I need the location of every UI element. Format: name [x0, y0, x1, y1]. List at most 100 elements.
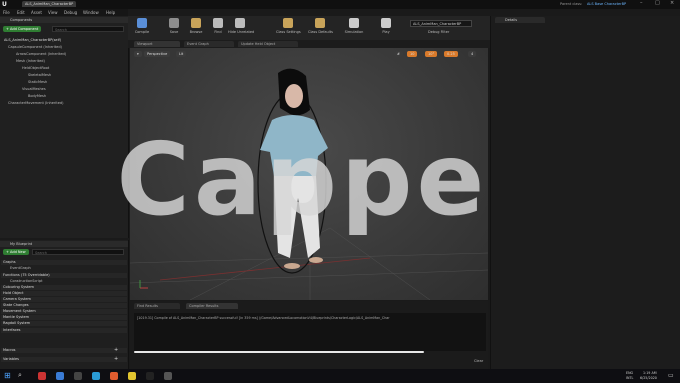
component-item[interactable]: ALS_AnimMan_CharacterBP(self)	[4, 38, 61, 42]
taskbar-app-icon[interactable]	[110, 372, 118, 380]
menu-window[interactable]: Window	[83, 10, 99, 15]
toolbar-button-label: Browse	[189, 30, 203, 34]
function-item[interactable]: ConstructionScript	[10, 279, 42, 283]
language-label[interactable]: ENG	[626, 371, 633, 375]
toolbar-button-5[interactable]: Class Settings	[276, 18, 301, 39]
menu-help[interactable]: Help	[106, 10, 115, 15]
toolbar-button-0[interactable]: Compile	[130, 18, 154, 39]
component-item[interactable]: CharacterMovement (Inherited)	[8, 101, 63, 105]
add-macro-icon[interactable]: +	[114, 347, 118, 353]
clock-date[interactable]: 6/25/2020	[640, 376, 657, 380]
toolbar-button-1[interactable]: Save	[162, 18, 186, 39]
results-scrollbar[interactable]	[134, 351, 424, 353]
rotation-snap-value[interactable]: 10°	[425, 51, 438, 57]
toolbar-button-8[interactable]: Play	[374, 18, 398, 39]
section-camera[interactable]: Camera System	[1, 297, 127, 302]
section-hold-object[interactable]: Hold Object	[1, 291, 127, 296]
taskbar-app-icon[interactable]	[74, 372, 82, 380]
toolbar-button-3[interactable]: Find	[206, 18, 230, 39]
component-item[interactable]: Mesh (Inherited)	[16, 59, 45, 63]
section-state-changes[interactable]: State Changes	[1, 303, 127, 308]
taskbar-app-icon[interactable]	[56, 372, 64, 380]
menu-asset[interactable]: Asset	[31, 10, 42, 15]
section-movement[interactable]: Movement System	[1, 309, 127, 314]
taskbar-app-icon[interactable]	[38, 372, 46, 380]
toolbar-icon	[169, 18, 179, 28]
grid-snap-icon[interactable]: #	[394, 51, 403, 57]
parent-class-link[interactable]: ALS Base CharacterBP	[587, 2, 626, 6]
tab-compiler-results[interactable]: Compiler Results	[186, 303, 238, 309]
components-search-placeholder: Search	[55, 28, 68, 32]
taskbar-app-icon[interactable]	[146, 372, 154, 380]
document-tab[interactable]: ALS_AnimMan_CharacterBP	[22, 1, 76, 7]
add-variable-icon[interactable]: +	[114, 356, 118, 362]
compiler-results-panel: Find Results Compiler Results [1019.31] …	[130, 301, 488, 370]
toolbar-button-label: Compile	[134, 30, 150, 34]
tab-find-results[interactable]: Find Results	[134, 303, 180, 309]
component-item[interactable]: HeldObjectRoot	[22, 66, 49, 70]
clock-time[interactable]: 1:19 AM	[643, 371, 657, 375]
editor-tabs: Viewport Event Graph Update Held Object	[128, 40, 490, 48]
search-icon[interactable]: ⌕	[18, 371, 22, 380]
menu-view[interactable]: View	[48, 10, 58, 15]
maximize-icon[interactable]: □	[655, 0, 660, 6]
minimize-icon[interactable]: –	[640, 0, 643, 6]
toolbar-button-label: Find	[214, 30, 222, 34]
section-graphs[interactable]: Graphs	[1, 260, 127, 265]
menu-file[interactable]: File	[3, 10, 10, 15]
component-item[interactable]: StaticMesh	[28, 80, 47, 84]
notifications-icon[interactable]: ▭	[668, 372, 674, 379]
taskbar-app-icon[interactable]	[128, 372, 136, 380]
toolbar-button-7[interactable]: Simulation	[342, 18, 366, 39]
viewport-menu-icon[interactable]: ▾	[134, 51, 142, 57]
component-item[interactable]: CapsuleComponent (Inherited)	[8, 45, 62, 49]
section-variables[interactable]: Variables	[1, 357, 127, 362]
perspective-button[interactable]: Perspective	[144, 51, 171, 57]
axis-gizmo	[139, 280, 148, 289]
component-item[interactable]: SkeletalMesh	[28, 73, 51, 77]
taskbar-app-icon[interactable]	[92, 372, 100, 380]
section-macros[interactable]: Macros	[1, 348, 127, 353]
windows-start-icon[interactable]: ⊞	[4, 371, 11, 380]
add-new-button[interactable]: + Add New	[3, 249, 29, 255]
blueprint-search-input[interactable]: Search	[32, 249, 124, 255]
my-blueprint-panel: My Blueprint + Add New Search Graphs Eve…	[0, 240, 129, 370]
section-ragdoll[interactable]: Ragdoll System	[1, 321, 127, 326]
toolbar-button-2[interactable]: Browse	[184, 18, 208, 39]
grid-snap-value[interactable]: 10	[407, 51, 418, 57]
lit-button[interactable]: Lit	[176, 51, 187, 57]
close-icon[interactable]: ×	[670, 0, 674, 6]
toolbar-button-6[interactable]: Class Defaults	[308, 18, 333, 39]
parent-class-label: Parent class:	[560, 1, 583, 6]
clear-button[interactable]: Clear	[474, 359, 483, 363]
component-item[interactable]: ArrowComponent (Inherited)	[16, 52, 66, 56]
camera-speed-value[interactable]: 4	[468, 51, 477, 57]
toolbar-icon	[349, 18, 359, 28]
graph-item[interactable]: EventGraph	[10, 266, 31, 270]
debug-filter-label: Debug Filter	[428, 30, 450, 34]
details-tab[interactable]: Details	[495, 17, 545, 23]
toolbar-icon	[137, 18, 147, 28]
components-search-input[interactable]: Search	[52, 26, 124, 32]
section-mantle[interactable]: Mantle System	[1, 315, 127, 320]
section-colouring[interactable]: Colouring System	[1, 285, 127, 290]
menu-debug[interactable]: Debug	[64, 10, 77, 15]
component-item[interactable]: BodyMesh	[28, 94, 46, 98]
debug-object-select[interactable]: ALS_AnimMan_CharacterBP	[410, 20, 472, 27]
my-blueprint-header: My Blueprint	[0, 241, 128, 247]
component-item[interactable]: VisualMeshes	[22, 87, 46, 91]
add-component-button[interactable]: + Add Component	[3, 26, 42, 32]
character-face	[285, 84, 303, 108]
toolbar-icon	[191, 18, 201, 28]
toolbar-button-label: Class Defaults	[308, 30, 333, 34]
region-label[interactable]: INTL	[626, 376, 633, 380]
taskbar-app-icon[interactable]	[164, 372, 172, 380]
toolbar-button-4[interactable]: Hide Unrelated	[228, 18, 254, 39]
tab-viewport[interactable]: Viewport	[134, 41, 180, 47]
menu-edit[interactable]: Edit	[17, 10, 25, 15]
tab-event-graph[interactable]: Event Graph	[184, 41, 234, 47]
scale-snap-value[interactable]: 0.25	[444, 51, 458, 57]
section-interfaces[interactable]: Interfaces	[1, 328, 127, 333]
section-functions[interactable]: Functions (75 Overridable)	[1, 273, 127, 278]
tab-update-held-object[interactable]: Update Held Object	[238, 41, 298, 47]
